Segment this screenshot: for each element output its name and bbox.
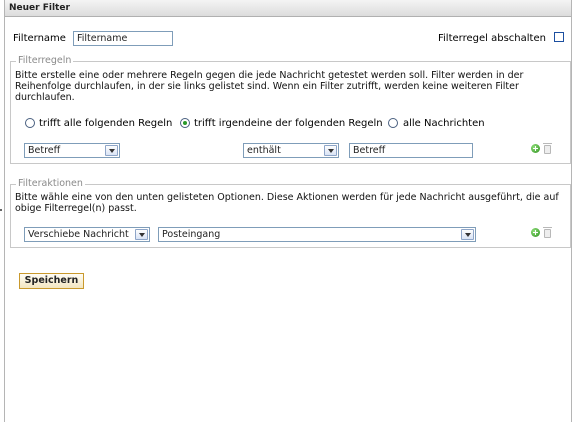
rule-field-value: Betreff — [28, 145, 61, 156]
chevron-down-icon — [135, 229, 148, 240]
rule-field-select[interactable]: Betreff — [24, 143, 120, 158]
action-value: Verschiebe Nachricht — [28, 229, 129, 240]
rule-operator-select[interactable]: enthält — [243, 143, 339, 158]
chevron-down-icon — [461, 229, 474, 240]
chevron-down-icon — [324, 145, 337, 156]
actions-legend: Filteraktionen — [16, 178, 85, 189]
rule-operator-value: enthält — [247, 145, 281, 156]
save-button[interactable]: Speichern — [19, 273, 84, 289]
match-any-label: trifft irgendeine der folgenden Regeln — [194, 118, 383, 129]
rules-legend: Filterregeln — [16, 55, 74, 66]
all-messages-label: alle Nachrichten — [403, 118, 485, 129]
rule-value-input[interactable]: Betreff — [349, 143, 473, 158]
filter-dialog: Neuer Filter Filtername Filtername Filte… — [4, 0, 572, 422]
delete-action-icon[interactable] — [543, 227, 552, 238]
filter-name-label: Filtername — [13, 33, 66, 44]
match-any-radio[interactable] — [180, 118, 190, 128]
target-folder-value: Posteingang — [162, 229, 221, 240]
action-select[interactable]: Verschiebe Nachricht — [24, 227, 150, 242]
all-messages-radio[interactable] — [388, 118, 398, 128]
match-all-label: trifft alle folgenden Regeln — [39, 118, 173, 129]
disable-rule-checkbox[interactable] — [554, 32, 564, 42]
add-action-icon[interactable] — [531, 228, 540, 237]
rules-description: Bitte erstelle eine oder mehrere Regeln … — [15, 70, 524, 103]
chevron-down-icon — [105, 145, 118, 156]
disable-rule-label: Filterregel abschalten — [438, 33, 546, 44]
edge-marker — [0, 209, 2, 211]
delete-rule-icon[interactable] — [543, 143, 552, 154]
actions-description: Bitte wähle eine von den unten gelistete… — [15, 192, 559, 214]
target-folder-select[interactable]: Posteingang — [158, 227, 476, 242]
add-rule-icon[interactable] — [531, 144, 540, 153]
match-all-radio[interactable] — [25, 118, 35, 128]
filter-name-input[interactable]: Filtername — [73, 31, 173, 46]
dialog-title: Neuer Filter — [5, 0, 571, 17]
